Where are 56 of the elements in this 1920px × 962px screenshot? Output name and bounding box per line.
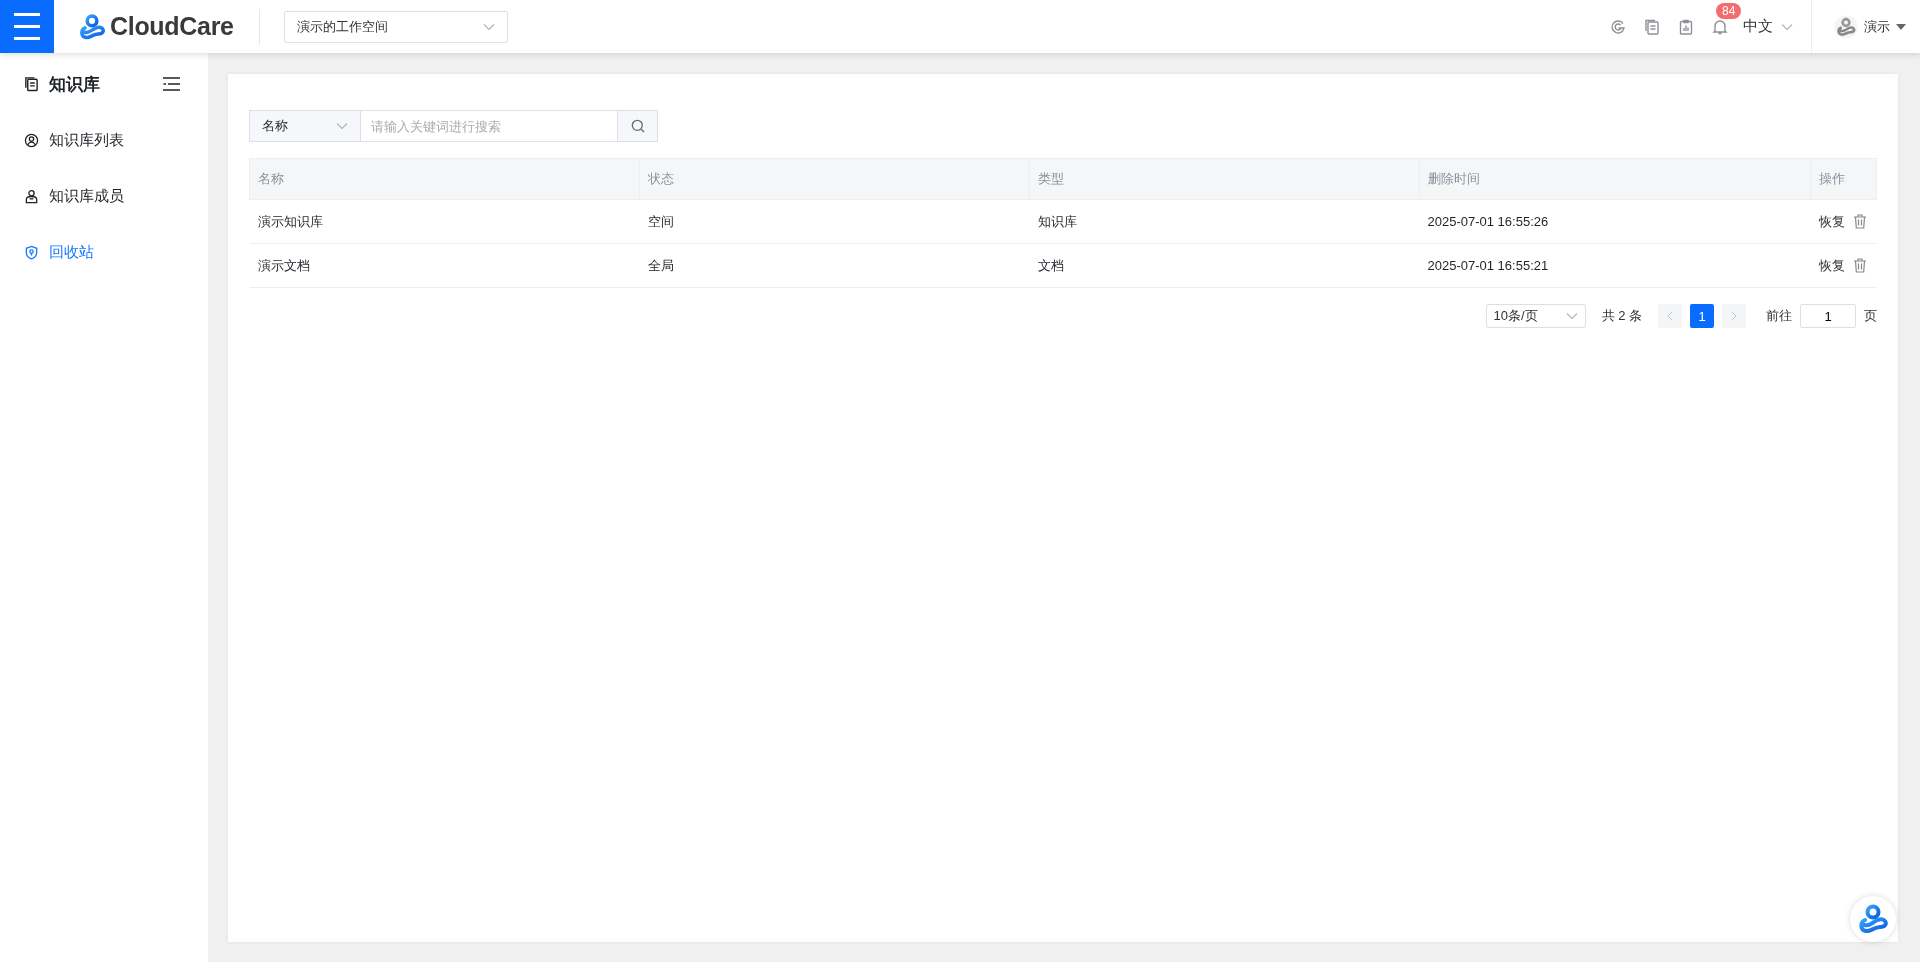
page-input[interactable]: 1 xyxy=(1800,304,1856,328)
sidebar-item[interactable]: 回收站 xyxy=(24,235,208,269)
workspace-select[interactable]: 演示的工作空间 xyxy=(283,10,508,43)
user-circle-icon xyxy=(24,132,39,148)
language-select[interactable]: 中文 xyxy=(1743,17,1793,36)
page-size-select[interactable]: 10条/页 xyxy=(1485,304,1586,328)
chevron-down-icon xyxy=(336,122,348,130)
documents-icon[interactable] xyxy=(1644,18,1660,35)
page-button[interactable]: 1 xyxy=(1690,304,1714,328)
trash-icon[interactable] xyxy=(1852,258,1867,273)
trash-icon[interactable] xyxy=(1852,214,1867,229)
search-field-select[interactable]: 名称 xyxy=(249,110,361,142)
chevron-left-icon xyxy=(1667,311,1673,321)
column-header: 名称 xyxy=(249,158,640,200)
caret-icon[interactable] xyxy=(1896,23,1906,30)
search-icon xyxy=(630,119,645,133)
restore-link[interactable]: 恢复 xyxy=(1818,212,1845,231)
g-icon[interactable] xyxy=(1610,18,1626,35)
clipboard-chart-icon[interactable] xyxy=(1678,18,1694,35)
chevron-down-icon xyxy=(482,22,495,31)
table-cell: 2025-07-01 16:55:21 xyxy=(1419,243,1811,288)
total-count: 共 2 条 xyxy=(1601,307,1642,325)
page-label: 页 xyxy=(1864,307,1877,325)
table-cell: 空间 xyxy=(639,199,1030,244)
documents-icon xyxy=(24,76,39,92)
sidebar-item[interactable]: 知识库成员 xyxy=(24,179,208,213)
goto-label: 前往 xyxy=(1766,307,1792,325)
menu-button[interactable] xyxy=(0,0,54,53)
column-header: 类型 xyxy=(1029,158,1420,200)
search-button[interactable] xyxy=(617,110,658,142)
user-avatar-icon[interactable] xyxy=(1834,14,1858,39)
logo-text: CloudCare xyxy=(110,12,234,41)
table-cell: 演示知识库 xyxy=(249,199,640,244)
search-input[interactable]: 请输入关键词进行搜索 xyxy=(361,110,617,142)
cloud-logo-icon xyxy=(1857,903,1889,935)
column-header: 操作 xyxy=(1810,158,1877,200)
column-header: 状态 xyxy=(639,158,1030,200)
bell-icon[interactable] xyxy=(1712,18,1728,35)
collapse-menu-icon[interactable] xyxy=(163,77,180,91)
table-cell: 知识库 xyxy=(1029,199,1420,244)
chevron-right-icon xyxy=(1731,311,1737,321)
sidebar-item[interactable]: 知识库列表 xyxy=(24,123,208,157)
notification-badge: 84 xyxy=(1716,2,1742,19)
restore-link[interactable]: 恢复 xyxy=(1818,256,1845,275)
person-icon xyxy=(24,188,39,204)
table-cell: 演示文档 xyxy=(249,243,640,288)
table-cell: 全局 xyxy=(639,243,1030,288)
user-name[interactable]: 演示 xyxy=(1864,17,1890,36)
cloud-logo-icon xyxy=(78,12,106,41)
column-header: 删除时间 xyxy=(1419,158,1811,200)
shield-icon xyxy=(24,244,39,260)
table-cell: 文档 xyxy=(1029,243,1420,288)
chevron-down-icon xyxy=(1781,22,1793,31)
sidebar-title: 知识库 xyxy=(49,73,101,96)
table-cell: 2025-07-01 16:55:26 xyxy=(1419,199,1811,244)
chevron-down-icon xyxy=(1565,312,1578,320)
